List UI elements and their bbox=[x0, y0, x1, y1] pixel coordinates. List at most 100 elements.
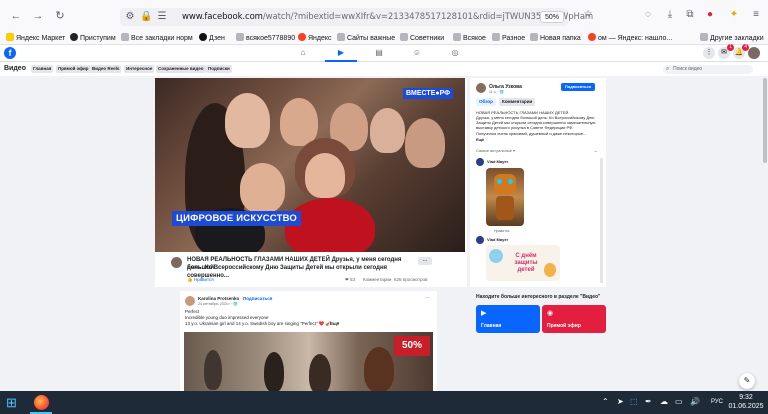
reactions-label: 53 bbox=[350, 277, 356, 282]
more-options-button[interactable]: ... bbox=[418, 257, 432, 265]
forward-icon[interactable]: → bbox=[32, 10, 44, 22]
greeting-text: С днём защиты детей bbox=[514, 253, 538, 273]
home-icon[interactable]: ⌂ bbox=[297, 48, 309, 58]
snip-icon[interactable]: ⬚ bbox=[630, 397, 638, 406]
url-text[interactable]: www.facebook.com/watch/?mibextid=wwXIfr&… bbox=[182, 12, 593, 22]
avatar[interactable] bbox=[748, 47, 760, 59]
discover-live-card[interactable]: ◉ Прямой эфир bbox=[542, 305, 606, 333]
scroll-thumb[interactable] bbox=[763, 78, 767, 163]
tab-subscriptions[interactable]: Подписки bbox=[206, 65, 232, 73]
bookmark-item[interactable]: Приступим bbox=[70, 33, 116, 44]
notifications-icon[interactable]: 🔔 4 bbox=[733, 44, 749, 59]
views-count: 626 просмотров bbox=[394, 277, 428, 282]
bookmark-item[interactable]: Сайты важные bbox=[337, 33, 395, 44]
language-indicator[interactable]: РУС bbox=[711, 399, 723, 405]
panel-scrollbar[interactable] bbox=[600, 158, 603, 283]
avatar[interactable] bbox=[171, 257, 182, 268]
bookmark-item[interactable]: Советники bbox=[400, 33, 444, 44]
post-video[interactable]: 50% bbox=[184, 332, 433, 391]
zoom-level[interactable]: 50% bbox=[539, 11, 564, 23]
bookmark-star-icon[interactable]: ☆ bbox=[582, 9, 594, 21]
reload-icon[interactable]: ↻ bbox=[54, 10, 66, 22]
video-figure bbox=[225, 93, 270, 148]
url-bar[interactable]: ⚙ 🔒 ☰ www.facebook.com/watch/?mibextid=w… bbox=[120, 8, 593, 26]
download-icon[interactable]: ⤓ bbox=[664, 9, 676, 21]
video-brand-tag: ВМЕСТЕ●РФ bbox=[403, 88, 454, 99]
avatar[interactable] bbox=[476, 236, 484, 244]
facebook-logo-icon[interactable]: f bbox=[4, 47, 16, 59]
bookmark-item[interactable]: Яндекс Маркет bbox=[6, 33, 65, 44]
more-options-icon[interactable]: ⋯ bbox=[425, 295, 430, 301]
clock[interactable]: 9:32 01.06.2025 bbox=[727, 393, 765, 411]
comment-like-link[interactable]: Нравится bbox=[494, 229, 509, 233]
avatar[interactable] bbox=[185, 296, 195, 306]
post-text-line: Perfect bbox=[185, 309, 200, 314]
extensions-icon[interactable]: ⧉ bbox=[684, 9, 696, 21]
tab-explore[interactable]: Интересное bbox=[124, 65, 155, 73]
broom-icon[interactable]: ✦ bbox=[728, 9, 740, 21]
tab-comments[interactable]: Комментарии bbox=[499, 98, 536, 106]
network-icon[interactable]: ▭ bbox=[675, 397, 683, 406]
avatar[interactable] bbox=[476, 158, 484, 166]
video-player[interactable]: ВМЕСТЕ●РФ ЦИФРОВОЕ ИСКУССТВО bbox=[155, 78, 465, 252]
gaming-icon[interactable]: ◎ bbox=[449, 48, 461, 58]
comments-link[interactable]: Комментарии bbox=[363, 277, 391, 282]
market-icon bbox=[6, 33, 14, 41]
like-button[interactable]: 👍 Нравится bbox=[187, 277, 214, 283]
tab-reels[interactable]: Видео Reels bbox=[90, 65, 122, 73]
post-text-line: Получился очень красивый, душевный и даж… bbox=[476, 131, 587, 136]
bookmark-item[interactable]: Новая папка bbox=[530, 33, 581, 44]
tab-home[interactable]: Главная bbox=[31, 65, 54, 73]
author-name[interactable]: Karolina Protsenko bbox=[198, 296, 239, 301]
pen-icon[interactable]: ✒ bbox=[645, 397, 652, 406]
video-icon[interactable]: ▶ bbox=[325, 48, 357, 62]
volume-icon[interactable]: 🔊 bbox=[690, 397, 700, 406]
video-figure bbox=[370, 108, 405, 153]
cloud-icon[interactable]: ☁ bbox=[660, 397, 668, 406]
video-search-input[interactable]: Поиск видео bbox=[663, 65, 753, 74]
pocket-icon[interactable]: ◌ bbox=[642, 9, 654, 21]
card-label: Главная bbox=[481, 323, 502, 329]
balloon-shape bbox=[489, 249, 503, 263]
messenger-icon[interactable]: ✉ 1 bbox=[718, 44, 734, 59]
tab-live[interactable]: Прямой эфир bbox=[56, 65, 91, 73]
adblock-icon[interactable]: ● bbox=[704, 9, 716, 21]
tab-saved[interactable]: Сохраненные видео bbox=[156, 65, 206, 73]
comment-image[interactable] bbox=[486, 168, 524, 226]
robot-eye bbox=[508, 179, 513, 184]
comment-image[interactable]: С днём защиты детей bbox=[486, 245, 560, 281]
back-icon[interactable]: ← bbox=[10, 10, 22, 22]
reader-icon[interactable]: ☰ bbox=[156, 11, 168, 23]
bookmark-item[interactable]: ом — Яндекс: нашло... bbox=[588, 33, 672, 44]
yandex-icon bbox=[588, 33, 596, 41]
comment-author[interactable]: Vlad Mayer bbox=[487, 159, 508, 164]
groups-icon[interactable]: ☺ bbox=[411, 48, 423, 58]
bookmark-item[interactable]: Дзен bbox=[199, 33, 225, 44]
see-more-link[interactable]: Ещё bbox=[330, 321, 339, 326]
sort-dropdown[interactable]: Самые актуальные ▾ bbox=[476, 148, 604, 153]
bookmark-item[interactable]: Все закладки норм bbox=[121, 33, 193, 44]
follow-link[interactable]: Подписаться bbox=[243, 296, 272, 301]
see-more-link[interactable]: Ещё bbox=[476, 137, 604, 142]
tab-overview[interactable]: Обзор bbox=[476, 98, 496, 106]
firefox-icon[interactable] bbox=[34, 395, 49, 410]
bookmark-item[interactable]: Другие закладки bbox=[700, 33, 764, 44]
collapse-icon[interactable]: ⌃ bbox=[594, 150, 602, 155]
site-settings-icon[interactable]: ⚙ bbox=[124, 11, 136, 23]
bookmark-item[interactable]: Разное bbox=[492, 33, 525, 44]
new-message-button[interactable]: ✎ bbox=[739, 373, 755, 389]
comment-author[interactable]: Vlad Mayer bbox=[487, 237, 508, 242]
apps-menu-icon[interactable]: ⋮ bbox=[703, 47, 715, 59]
bookmark-item[interactable]: всякое5778890 bbox=[236, 33, 295, 44]
subscribe-button[interactable]: Подписаться bbox=[561, 83, 595, 91]
bookmark-item[interactable]: Яндекс bbox=[298, 33, 332, 44]
avatar[interactable] bbox=[476, 83, 486, 93]
lock-icon[interactable]: 🔒 bbox=[140, 11, 152, 23]
marketplace-icon[interactable]: ▤ bbox=[373, 48, 385, 58]
page-scrollbar[interactable] bbox=[762, 78, 768, 391]
discover-home-card[interactable]: ▶ Главная bbox=[476, 305, 540, 333]
windows-start-icon[interactable]: ⊞ bbox=[6, 395, 21, 410]
bookmark-item[interactable]: Всякое bbox=[453, 33, 486, 44]
chevron-up-icon[interactable]: ⌃ bbox=[602, 397, 609, 406]
menu-icon[interactable]: ≡ bbox=[750, 9, 762, 21]
